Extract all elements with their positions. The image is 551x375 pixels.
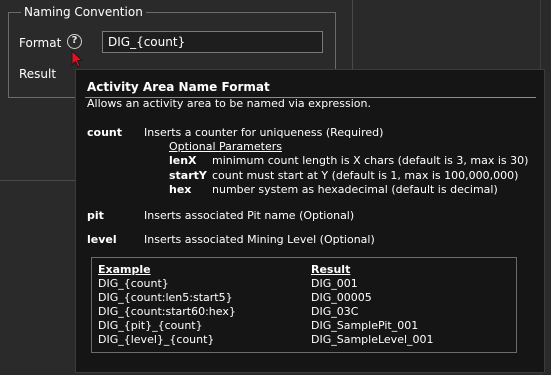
result-cell: DIG_SamplePit_001: [311, 319, 419, 332]
example-cell: DIG_{count:len5:start5}: [98, 291, 233, 304]
param-name: lenX: [169, 154, 197, 167]
example-cell: DIG_{count:start60:hex}: [98, 305, 236, 318]
example-cell: DIG_{level}_{count}: [98, 333, 215, 346]
keyword-level-desc: Inserts associated Mining Level (Optiona…: [144, 233, 375, 246]
question-circle-icon[interactable]: ?: [67, 34, 82, 49]
optional-parameters-header: Optional Parameters: [169, 140, 282, 153]
keyword-count: count: [87, 126, 122, 139]
example-column-header: Example: [98, 263, 151, 276]
group-title: Naming Convention: [21, 5, 146, 19]
param-desc: count must start at Y (default is 1, max…: [212, 169, 519, 182]
tooltip-subtitle: Allows an activity area to be named via …: [87, 97, 371, 110]
result-cell: DIG_SampleLevel_001: [311, 333, 434, 346]
section-divider: [0, 180, 82, 181]
keyword-pit-desc: Inserts associated Pit name (Optional): [144, 209, 355, 222]
mouse-cursor-icon: [71, 50, 84, 68]
format-label: Format: [19, 36, 62, 50]
param-desc: number system as hexadecimal (default is…: [212, 183, 498, 196]
tooltip-title: Activity Area Name Format: [87, 80, 270, 94]
result-cell: DIG_00005: [311, 291, 372, 304]
result-cell: DIG_001: [311, 277, 358, 290]
format-input[interactable]: DIG_{count}: [102, 31, 323, 53]
result-label: Result: [19, 67, 57, 81]
example-cell: DIG_{count}: [98, 277, 169, 290]
result-cell: DIG_03C: [311, 305, 359, 318]
keyword-level: level: [87, 233, 117, 246]
result-column-header: Result: [311, 263, 351, 276]
example-cell: DIG_{pit}_{count}: [98, 319, 203, 332]
keyword-count-desc: Inserts a counter for uniqueness (Requir…: [144, 126, 384, 139]
format-help-tooltip: Activity Area Name Format Allows an acti…: [75, 69, 545, 373]
param-name: startY: [169, 169, 207, 182]
param-name: hex: [169, 183, 192, 196]
param-desc: minimum count length is X chars (default…: [212, 154, 529, 167]
examples-table: Example Result DIG_{count} DIG_001 DIG_{…: [91, 257, 517, 353]
keyword-pit: pit: [87, 209, 104, 222]
